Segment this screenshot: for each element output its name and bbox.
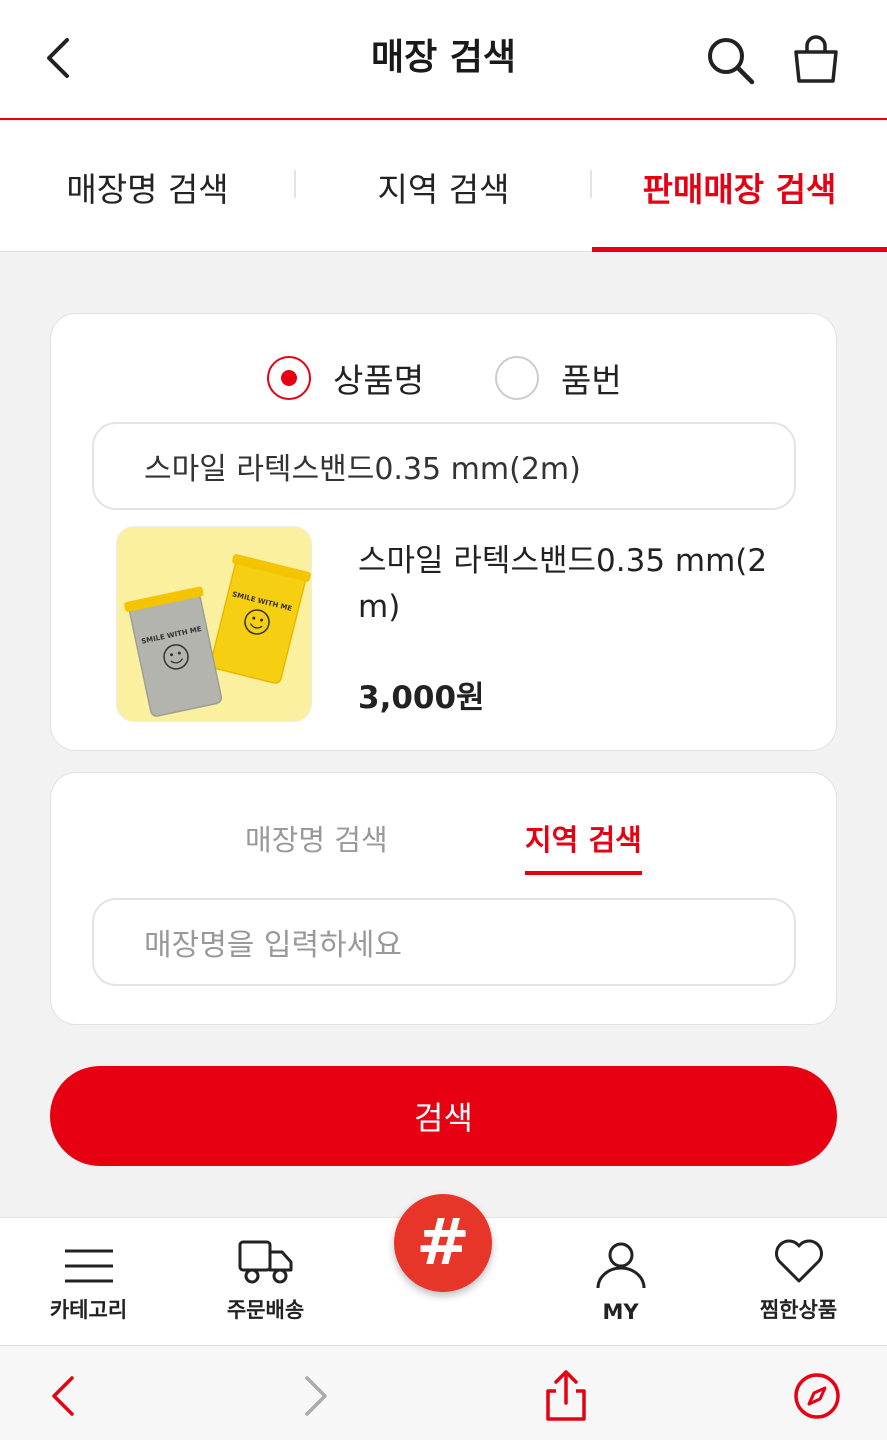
radio-unchecked-icon	[495, 356, 539, 400]
tab-divider	[294, 170, 296, 198]
nav-category[interactable]: 카테고리	[0, 1218, 177, 1346]
product-image: SMILE WITH ME SMILE WITH ME	[116, 526, 312, 722]
store-search-card: 매장명 검색 지역 검색 매장명을 입력하세요	[50, 772, 837, 1025]
nav-label: 주문배송	[226, 1298, 305, 1322]
product-search-card: 상품명 품번 스마일 라텍스밴드0.35 mm(2m) SMILE WITH M…	[50, 313, 837, 751]
share-icon[interactable]	[536, 1366, 596, 1426]
truck-icon	[238, 1240, 292, 1284]
radio-product-number[interactable]: 품번	[495, 354, 622, 402]
search-by-radio-group: 상품명 품번	[51, 354, 836, 414]
nav-wishlist[interactable]: 찜한상품	[710, 1218, 887, 1346]
top-bar: 매장 검색	[0, 0, 887, 120]
store-search-subtabs: 매장명 검색 지역 검색	[51, 815, 836, 879]
compass-icon[interactable]	[787, 1366, 847, 1426]
tab-region[interactable]: 지역 검색	[296, 122, 591, 252]
person-icon	[596, 1242, 645, 1289]
nav-orders[interactable]: 주문배송	[177, 1218, 354, 1346]
radio-label: 품번	[561, 361, 622, 400]
radio-product-name[interactable]: 상품명	[267, 354, 424, 402]
tab-selling-store[interactable]: 판매매장 검색	[592, 122, 887, 252]
browser-toolbar	[0, 1345, 887, 1440]
nav-my[interactable]: MY	[532, 1218, 709, 1346]
tab-store-name[interactable]: 매장명 검색	[0, 122, 295, 252]
hashtag-icon[interactable]: #	[394, 1194, 492, 1292]
tab-divider	[590, 170, 592, 198]
store-name-input[interactable]: 매장명을 입력하세요	[92, 898, 796, 986]
radio-checked-icon	[267, 356, 311, 400]
subtab-store-name[interactable]: 매장명 검색	[245, 815, 388, 865]
subtab-region[interactable]: 지역 검색	[525, 815, 642, 875]
search-button[interactable]: 검색	[50, 1066, 837, 1166]
browser-forward-icon[interactable]	[287, 1366, 347, 1426]
product-name: 스마일 라텍스밴드0.35 mm(2m)	[358, 543, 768, 625]
nav-label: MY	[602, 1300, 639, 1324]
product-search-input[interactable]: 스마일 라텍스밴드0.35 mm(2m)	[92, 422, 796, 510]
menu-icon	[64, 1249, 113, 1283]
search-icon[interactable]	[700, 30, 760, 90]
nav-label: 카테고리	[49, 1298, 128, 1322]
browser-back-icon[interactable]	[32, 1366, 92, 1426]
radio-label: 상품명	[333, 361, 425, 400]
product-price: 3,000원	[358, 680, 485, 716]
heart-icon	[774, 1239, 823, 1283]
shopping-bag-icon[interactable]	[786, 28, 846, 90]
search-type-tabs: 매장명 검색 지역 검색 판매매장 검색	[0, 122, 887, 252]
nav-label: 찜한상품	[759, 1298, 838, 1322]
